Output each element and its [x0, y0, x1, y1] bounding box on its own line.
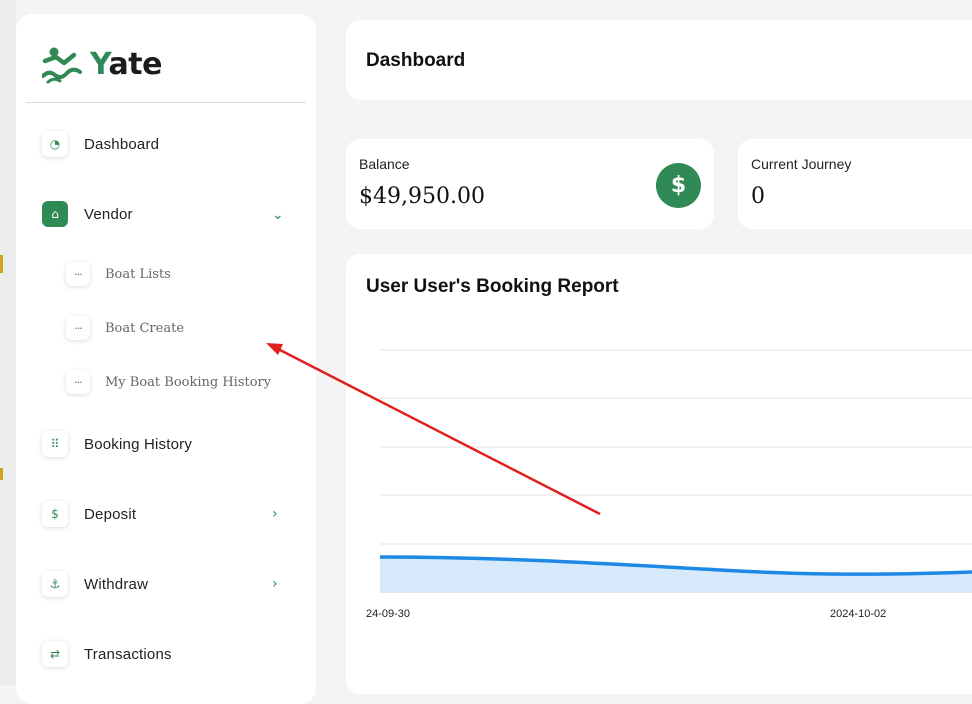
x-tick-label: 2024-10-02	[830, 608, 886, 620]
x-tick-label: 24-09-30	[366, 608, 410, 620]
booking-report-chart: 24-09-30 2024-10-02	[366, 349, 972, 620]
